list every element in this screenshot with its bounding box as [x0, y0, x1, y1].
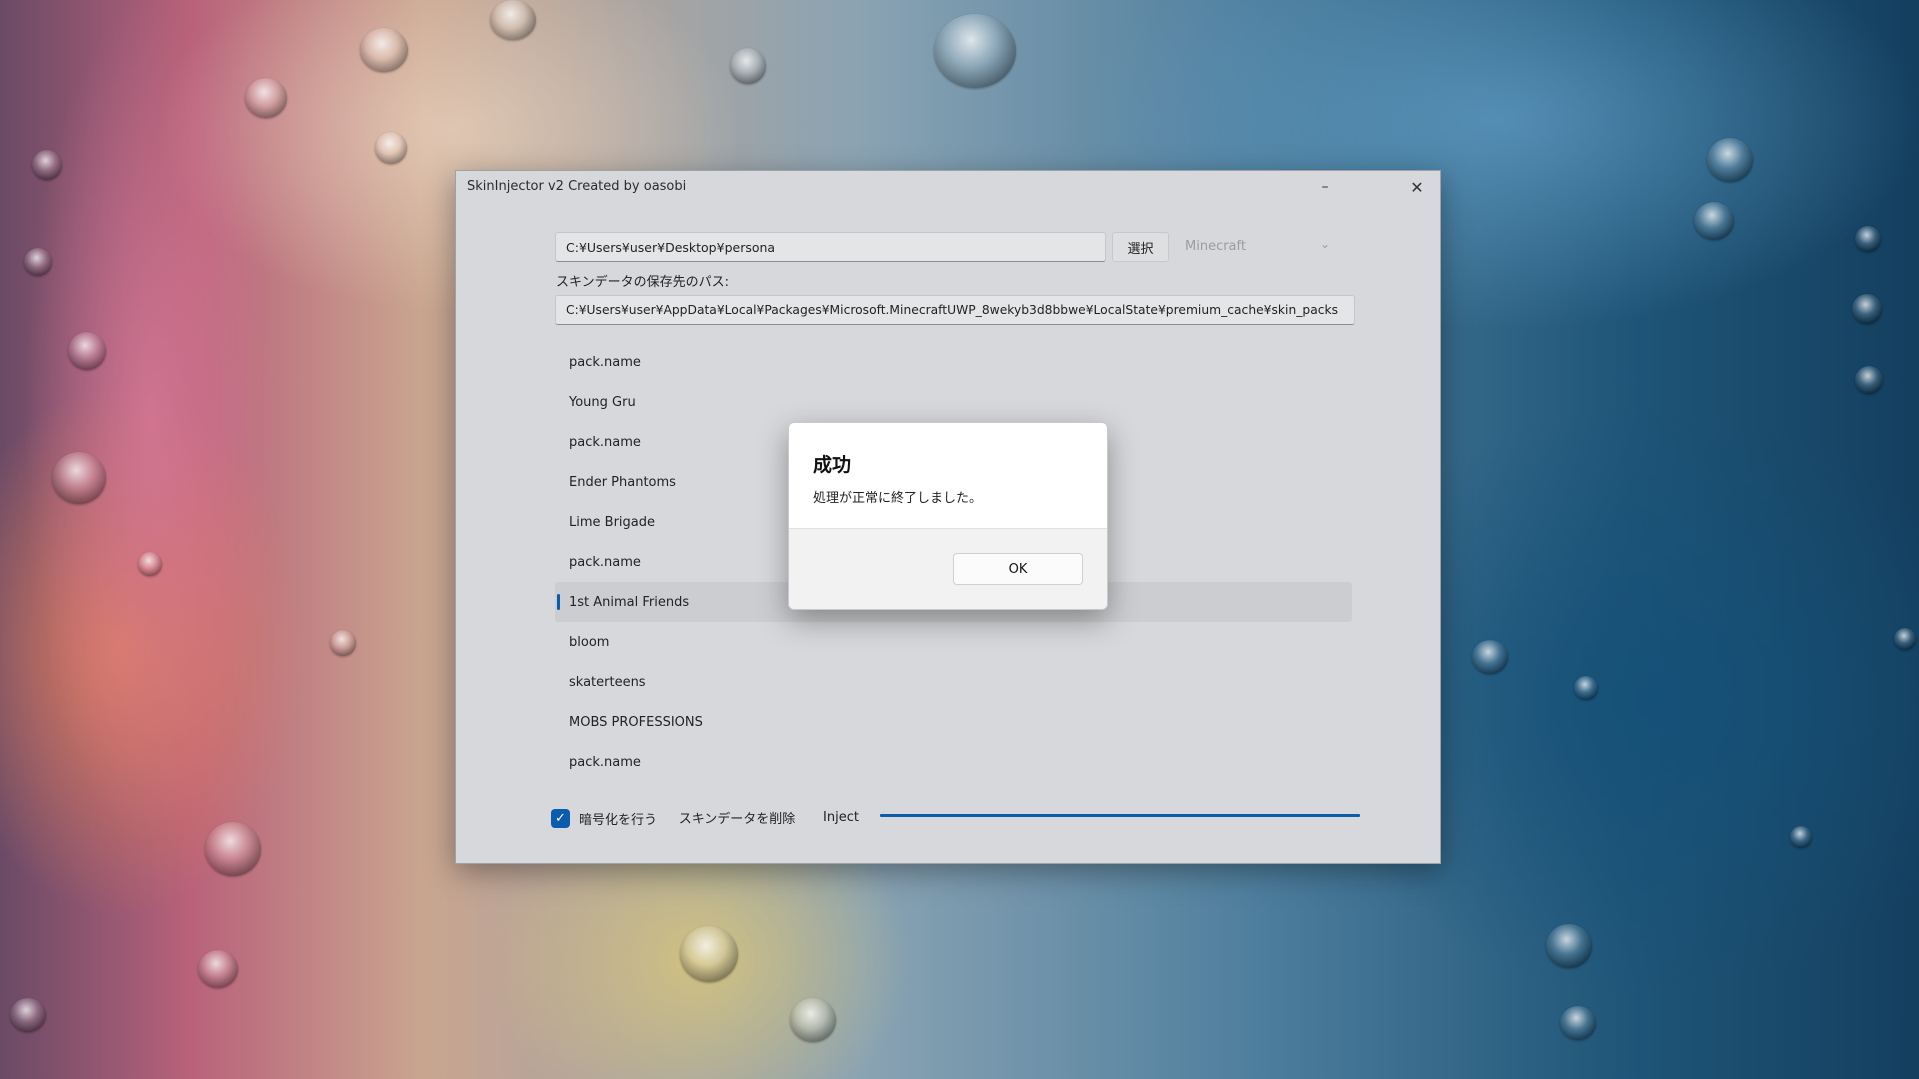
dialog-title: 成功: [813, 454, 852, 476]
dialog-message: 処理が正常に終了しました。: [813, 491, 983, 506]
encrypt-checkbox-label[interactable]: 暗号化を行う: [579, 809, 657, 828]
title-bar[interactable]: SkinInjector v2 Created by oasobi – ✕: [456, 171, 1440, 203]
list-item-label: 1st Animal Friends: [569, 594, 690, 610]
list-item-label: pack.name: [569, 554, 641, 570]
select-button[interactable]: 選択: [1112, 232, 1169, 262]
list-item-label: bloom: [569, 634, 610, 650]
list-item-label: pack.name: [569, 354, 641, 370]
save-path-field[interactable]: C:¥Users¥user¥AppData¥Local¥Packages¥Mic…: [555, 295, 1355, 325]
progress-bar: [880, 814, 1360, 817]
list-item[interactable]: MOBS PROFESSIONS: [555, 702, 1352, 742]
save-path-label: スキンデータの保存先のパス:: [556, 275, 729, 290]
source-path-field[interactable]: C:¥Users¥user¥Desktop¥persona: [555, 232, 1106, 262]
success-dialog: 成功 処理が正常に終了しました。 OK: [788, 422, 1108, 610]
list-item[interactable]: Young Gru: [555, 382, 1352, 422]
app-select-dropdown[interactable]: Minecraft ⌄: [1175, 231, 1340, 261]
encrypt-checkbox[interactable]: ✓: [551, 809, 570, 828]
list-item-label: skaterteens: [569, 674, 646, 690]
dialog-footer: OK: [789, 528, 1107, 609]
delete-skin-data-button[interactable]: スキンデータを削除: [672, 801, 802, 833]
minimize-icon[interactable]: –: [1302, 171, 1348, 203]
check-icon: ✓: [555, 811, 566, 826]
ok-button[interactable]: OK: [953, 553, 1083, 585]
app-select-value: Minecraft: [1185, 238, 1246, 254]
list-item-label: pack.name: [569, 434, 641, 450]
list-item-label: pack.name: [569, 754, 641, 770]
list-item[interactable]: pack.name: [555, 342, 1352, 382]
list-item[interactable]: bloom: [555, 622, 1352, 662]
window-title: SkinInjector v2 Created by oasobi: [467, 179, 687, 194]
inject-button[interactable]: Inject: [808, 801, 874, 833]
close-icon[interactable]: ✕: [1394, 171, 1440, 203]
list-item-label: Ender Phantoms: [569, 474, 676, 490]
progress-fill: [880, 814, 1360, 817]
list-item-label: MOBS PROFESSIONS: [569, 714, 703, 730]
list-item-label: Young Gru: [569, 394, 636, 410]
list-item-label: Lime Brigade: [569, 514, 655, 530]
chevron-down-icon: ⌄: [1319, 237, 1330, 251]
list-item[interactable]: pack.name: [555, 742, 1352, 782]
list-item[interactable]: skaterteens: [555, 662, 1352, 702]
